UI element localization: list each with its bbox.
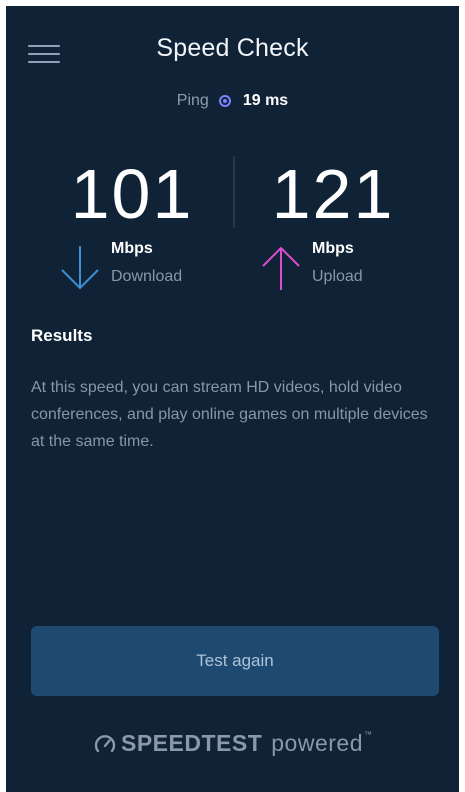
upload-label: Upload	[312, 268, 363, 285]
page-title: Speed Check	[156, 34, 309, 62]
arrow-down-icon	[61, 246, 99, 290]
ping-value: 19 ms	[242, 92, 289, 109]
radio-dot-icon	[218, 95, 231, 107]
upload-speed-meta: Mbps Upload	[233, 240, 433, 300]
download-unit: Mbps	[111, 240, 153, 257]
trademark: ™	[364, 730, 372, 739]
upload-speed-value: 121	[271, 155, 395, 233]
test-again-button[interactable]: Test again	[31, 626, 439, 696]
upload-unit: Mbps	[312, 240, 354, 257]
results-heading: Results	[31, 326, 93, 345]
download-speed-value: 101	[70, 155, 194, 233]
arrow-up-icon	[262, 246, 300, 290]
speedtest-logo: SPEEDTEST powered ™	[6, 730, 459, 757]
speed-check-screen: Speed Check Ping 19 ms 101 Mbps Download…	[6, 6, 459, 792]
ping-indicator: Ping 19 ms	[6, 92, 459, 110]
ping-label: Ping	[176, 92, 209, 109]
speedometer-icon	[94, 734, 116, 752]
download-speed-meta: Mbps Download	[32, 240, 232, 300]
download-speed: 101 Mbps Download	[32, 154, 232, 300]
results-description: At this speed, you can stream HD videos,…	[31, 379, 428, 450]
upload-speed: 121 Mbps Upload	[233, 154, 433, 300]
brand-suffix: powered	[271, 730, 363, 756]
download-label: Download	[111, 268, 183, 285]
brand-name: SPEEDTEST	[121, 730, 263, 756]
